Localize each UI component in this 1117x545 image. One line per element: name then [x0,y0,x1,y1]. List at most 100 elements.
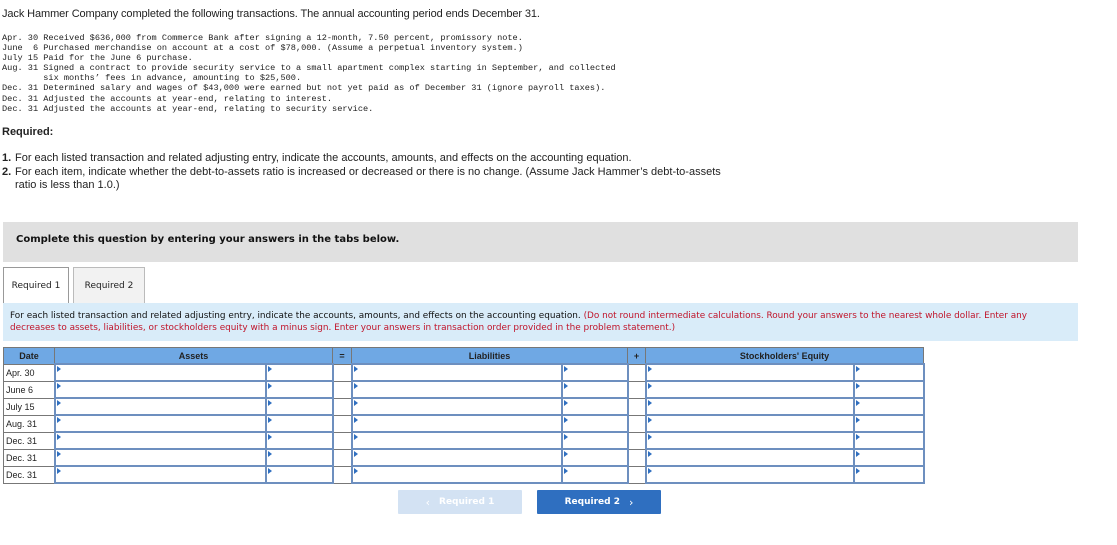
assets-amount-input[interactable] [264,414,334,433]
header-assets: Assets [54,347,333,365]
plus-cell [627,465,646,484]
required-item-number: 1. [2,152,12,164]
equity-account-select[interactable] [644,397,855,416]
assets-amount-input[interactable] [264,380,334,399]
banner-text: Complete this question by entering your … [16,234,400,245]
equals-cell [332,380,352,399]
liabilities-amount-input[interactable] [560,431,629,450]
liabilities-amount-input[interactable] [560,414,629,433]
liabilities-account-select[interactable] [350,448,563,467]
required-item: 2. For each item, indicate whether the d… [2,166,722,193]
transaction-item: Apr. 30 Received $636,000 from Commerce … [2,33,523,43]
equity-amount-input[interactable] [852,448,925,467]
row-date: Apr. 30 [3,363,55,382]
assets-amount-input[interactable] [264,363,334,382]
liabilities-amount-input[interactable] [560,380,629,399]
assets-account-select[interactable] [53,431,267,450]
transaction-item: Dec. 31 Adjusted the accounts at year-en… [2,103,374,114]
assets-account-select[interactable] [53,397,267,416]
liabilities-account-select[interactable] [350,363,563,382]
table-row: Dec. 31 [3,448,925,467]
equals-cell [332,448,352,467]
table-row: Apr. 30 [3,363,925,382]
assets-account-select[interactable] [53,363,267,382]
transaction-list: Apr. 30 Received $636,000 from Commerce … [2,33,616,114]
assets-account-select[interactable] [53,414,267,433]
required-item: 1. For each listed transaction and relat… [2,152,722,166]
assets-amount-input[interactable] [264,397,334,416]
tab-required-1[interactable]: Required 1 [3,267,69,303]
chevron-left-icon: ‹ [425,495,431,509]
required-item-number: 2. [2,165,12,178]
table-row: Aug. 31 [3,414,925,433]
instructions-main: For each listed transaction and related … [10,311,584,321]
assets-account-select[interactable] [53,448,267,467]
equals-cell [332,414,352,433]
transaction-item: Dec. 31 Adjusted the accounts at year-en… [2,93,333,104]
prev-button-label: Required 1 [439,497,495,507]
row-date: Aug. 31 [3,414,55,433]
equity-amount-input[interactable] [852,414,925,433]
plus-cell [627,363,646,382]
equity-amount-input[interactable] [852,380,925,399]
assets-account-select[interactable] [53,465,267,484]
equity-account-select[interactable] [644,465,855,484]
tab-required-2[interactable]: Required 2 [73,267,145,303]
transaction-item: June 6 Purchased merchandise on account … [2,43,523,54]
equity-amount-input[interactable] [852,397,925,416]
assets-amount-input[interactable] [264,431,334,450]
row-date: Dec. 31 [3,465,55,484]
assets-amount-input[interactable] [264,448,334,467]
plus-cell [627,431,646,450]
liabilities-amount-input[interactable] [560,465,629,484]
header-stockholders-equity: Stockholders' Equity [645,347,924,365]
header-date: Date [3,347,55,365]
liabilities-account-select[interactable] [350,397,563,416]
header-liabilities: Liabilities [351,347,628,365]
liabilities-account-select[interactable] [350,380,563,399]
next-button-label: Required 2 [564,497,620,507]
liabilities-amount-input[interactable] [560,448,629,467]
equity-amount-input[interactable] [852,431,925,450]
assets-amount-input[interactable] [264,465,334,484]
liabilities-account-select[interactable] [350,431,563,450]
accounting-equation-table: Date Assets = Liabilities + Stockholders… [3,347,925,484]
plus-cell [627,414,646,433]
required-list: 1. For each listed transaction and relat… [2,152,722,193]
header-plus: + [627,347,646,365]
plus-cell [627,397,646,416]
tab-instructions: For each listed transaction and related … [3,303,1078,341]
equity-account-select[interactable] [644,414,855,433]
equity-account-select[interactable] [644,363,855,382]
required-heading: Required: [2,126,54,138]
next-required-2-button[interactable]: Required 2 › [537,490,661,514]
row-date: July 15 [3,397,55,416]
liabilities-amount-input[interactable] [560,363,629,382]
plus-cell [627,380,646,399]
transaction-item: July 15 Paid for the June 6 purchase. [2,53,193,64]
chevron-right-icon: › [628,495,634,509]
problem-intro: Jack Hammer Company completed the follow… [2,8,540,20]
assets-account-select[interactable] [53,380,267,399]
equity-account-select[interactable] [644,448,855,467]
transaction-item: Aug. 31 Signed a contract to provide sec… [2,63,616,84]
plus-cell [627,448,646,467]
liabilities-account-select[interactable] [350,465,563,484]
liabilities-amount-input[interactable] [560,397,629,416]
equity-account-select[interactable] [644,431,855,450]
row-date: Dec. 31 [3,448,55,467]
equity-amount-input[interactable] [852,465,925,484]
table-row: Dec. 31 [3,431,925,450]
row-date: June 6 [3,380,55,399]
required-item-text: For each item, indicate whether the debt… [15,165,721,192]
required-item-text: For each listed transaction and related … [15,152,632,164]
equals-cell [332,431,352,450]
equity-account-select[interactable] [644,380,855,399]
prev-required-1-button: ‹ Required 1 [398,490,522,514]
transaction-item: Dec. 31 Determined salary and wages of $… [2,83,606,94]
equals-cell [332,397,352,416]
equals-cell [332,465,352,484]
liabilities-account-select[interactable] [350,414,563,433]
equity-amount-input[interactable] [852,363,925,382]
table-row: Dec. 31 [3,465,925,484]
